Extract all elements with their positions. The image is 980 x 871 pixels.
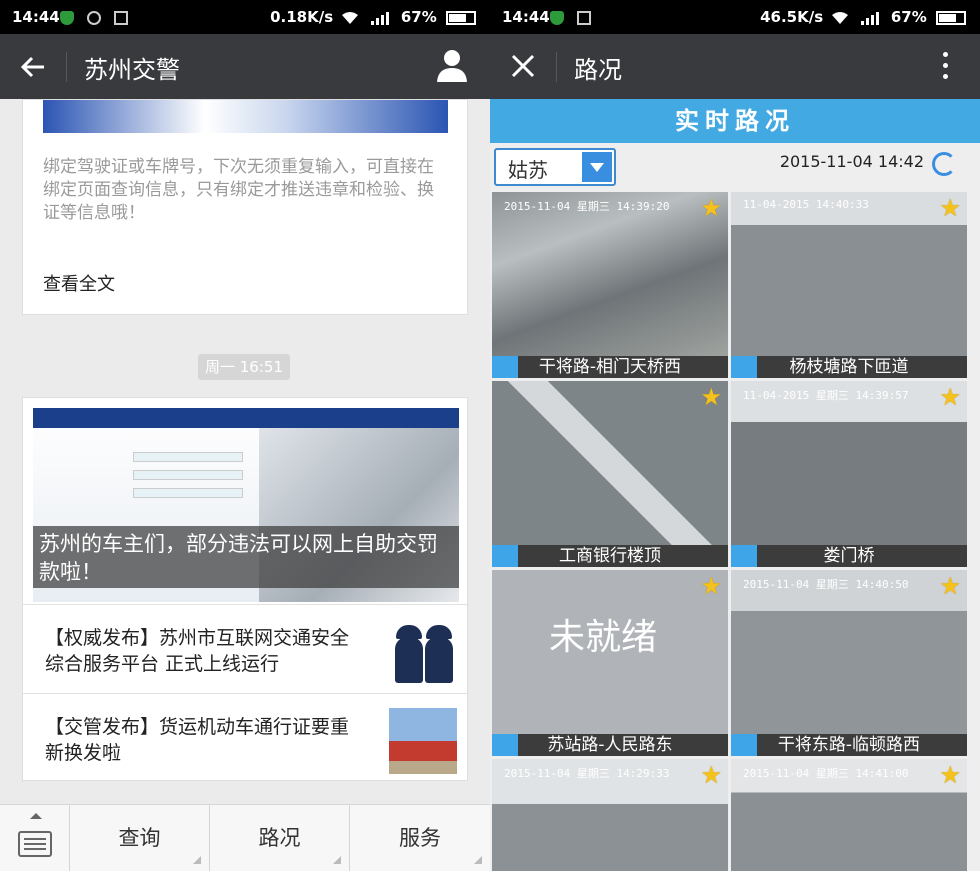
scan-icon xyxy=(113,10,128,25)
news-item[interactable]: 【交管发布】货运机动车通行证要重新换发啦 xyxy=(23,693,469,781)
shield-icon xyxy=(550,10,564,25)
traffic-pane: 14:44 46.5K/s 67% 路况 实时路况 姑苏 2015-11-04 … xyxy=(490,0,980,871)
news-card: 苏州的车主们，部分违法可以网上自助交罚款啦！ 【权威发布】苏州市互联网交通安全综… xyxy=(22,397,469,781)
chevron-down-icon[interactable] xyxy=(582,152,612,182)
camera-image xyxy=(492,381,728,545)
camera-tile[interactable]: ★ 工商银行楼顶 xyxy=(492,381,728,567)
police-thumbnail xyxy=(389,619,457,685)
keyboard-toggle[interactable] xyxy=(0,805,70,871)
menu-traffic[interactable]: 路况 xyxy=(210,805,350,871)
scan-icon xyxy=(576,10,591,25)
status-right: 46.5K/s 67% xyxy=(760,8,966,26)
news-item[interactable]: 【权威发布】苏州市互联网交通安全综合服务平台 正式上线运行 xyxy=(23,604,469,692)
camera-image xyxy=(731,570,967,734)
camera-tile[interactable]: 2015-11-04 星期三 14:29:33 ★ xyxy=(492,759,728,871)
camera-image xyxy=(492,192,728,356)
title-bar: 苏州交警 xyxy=(0,34,490,99)
read-more-link[interactable]: 查看全文 xyxy=(43,270,115,296)
star-icon[interactable]: ★ xyxy=(939,763,961,787)
status-time: 14:44 xyxy=(12,8,60,26)
article-card[interactable]: 绑定驾驶证或车牌号，下次无须重复输入，可直接在绑定页面查询信息，只有绑定才推送违… xyxy=(22,99,468,315)
back-arrow-icon[interactable] xyxy=(18,52,48,82)
more-menu-icon[interactable] xyxy=(942,52,950,82)
page-title: 路况 xyxy=(574,56,622,84)
camera-tile[interactable]: 2015-11-04 星期三 14:41:00 ★ xyxy=(731,759,967,871)
title-divider xyxy=(66,52,67,82)
battery-percent: 67% xyxy=(400,8,437,26)
camera-tile[interactable]: 2015-11-04 星期三 14:39:20 ★ 干将路-相门天桥西 xyxy=(492,192,728,378)
notification-icons xyxy=(550,8,599,26)
camera-timestamp: 2015-11-04 星期三 14:40:50 xyxy=(743,578,909,591)
star-icon[interactable]: ★ xyxy=(700,385,722,409)
chat-icon xyxy=(86,10,101,25)
realtime-traffic-banner: 实时路况 xyxy=(490,99,980,143)
message-timestamp: 周一 16:51 xyxy=(198,354,290,380)
camera-image xyxy=(731,192,967,356)
menu-query[interactable]: 查询 xyxy=(70,805,210,871)
wechat-account-pane: 14:44 0.18K/s 67% 苏州交警 绑定驾驶证或车牌号，下次无须重复输… xyxy=(0,0,490,871)
news-title: 【交管发布】货运机动车通行证要重新换发啦 xyxy=(45,716,350,764)
wifi-icon xyxy=(832,11,849,24)
banner-site-header xyxy=(33,408,459,428)
refresh-icon[interactable] xyxy=(932,152,956,176)
article-image xyxy=(43,100,448,133)
camera-label: 杨枝塘路下匝道 xyxy=(731,356,967,378)
shield-icon xyxy=(60,10,74,25)
camera-label: 工商银行楼顶 xyxy=(492,545,728,567)
star-icon[interactable]: ★ xyxy=(939,196,961,220)
network-speed: 46.5K/s xyxy=(760,8,824,26)
battery-icon xyxy=(936,10,966,25)
menu-service[interactable]: 服务 xyxy=(350,805,490,871)
status-bar: 14:44 0.18K/s 67% xyxy=(0,0,490,34)
camera-tile[interactable]: 11-04-2015 星期三 14:39:57 ★ 娄门桥 xyxy=(731,381,967,567)
camera-not-ready: 未就绪 xyxy=(548,617,657,658)
star-icon[interactable]: ★ xyxy=(939,385,961,409)
district-value: 姑苏 xyxy=(508,158,548,182)
notification-icons xyxy=(60,8,136,26)
keyboard-icon xyxy=(18,831,52,857)
camera-tile[interactable]: 11-04-2015 14:40:33 ★ 杨枝塘路下匝道 xyxy=(731,192,967,378)
camera-label: 苏站路-人民路东 xyxy=(492,734,728,756)
banner-login-form xyxy=(73,444,273,534)
district-select[interactable]: 姑苏 xyxy=(494,148,616,186)
battery-percent: 67% xyxy=(890,8,927,26)
star-icon[interactable]: ★ xyxy=(939,574,961,598)
status-time: 14:44 xyxy=(502,8,550,26)
camera-timestamp: 11-04-2015 14:40:33 xyxy=(743,198,869,211)
camera-timestamp: 2015-11-04 星期三 14:41:00 xyxy=(743,767,909,780)
camera-label: 干将东路-临顿路西 xyxy=(731,734,967,756)
camera-label: 娄门桥 xyxy=(731,545,967,567)
status-bar: 14:44 46.5K/s 67% xyxy=(490,0,980,34)
feature-banner[interactable]: 苏州的车主们，部分违法可以网上自助交罚款啦！ xyxy=(33,408,459,602)
update-time: 2015-11-04 14:42 xyxy=(779,152,924,171)
star-icon[interactable]: ★ xyxy=(700,196,722,220)
page-title: 苏州交警 xyxy=(84,56,180,84)
star-icon[interactable]: ★ xyxy=(700,574,722,598)
news-title: 【权威发布】苏州市互联网交通安全综合服务平台 正式上线运行 xyxy=(45,627,350,675)
profile-icon[interactable] xyxy=(436,48,468,82)
camera-timestamp: 2015-11-04 星期三 14:29:33 xyxy=(504,767,670,780)
bottom-menu: 查询 路况 服务 xyxy=(0,804,490,871)
wifi-icon xyxy=(342,11,359,24)
signal-icon xyxy=(370,11,389,25)
title-bar: 路况 xyxy=(490,34,980,99)
battery-icon xyxy=(446,10,476,25)
camera-image xyxy=(731,381,967,545)
camera-label: 干将路-相门天桥西 xyxy=(492,356,728,378)
signal-icon xyxy=(860,11,879,25)
star-icon[interactable]: ★ xyxy=(700,763,722,787)
feature-caption: 苏州的车主们，部分违法可以网上自助交罚款啦！ xyxy=(33,526,459,588)
network-speed: 0.18K/s xyxy=(270,8,334,26)
truck-thumbnail xyxy=(389,708,457,774)
close-icon[interactable] xyxy=(508,51,538,81)
title-divider xyxy=(556,52,557,82)
status-right: 0.18K/s 67% xyxy=(270,8,476,26)
article-description: 绑定驾驶证或车牌号，下次无须重复输入，可直接在绑定页面查询信息，只有绑定才推送违… xyxy=(43,157,434,223)
chevron-up-icon xyxy=(30,813,42,819)
camera-timestamp: 11-04-2015 星期三 14:39:57 xyxy=(743,389,909,402)
camera-tile[interactable]: 2015-11-04 星期三 14:40:50 ★ 干将东路-临顿路西 xyxy=(731,570,967,756)
camera-tile[interactable]: 未就绪 ★ 苏站路-人民路东 xyxy=(492,570,728,756)
camera-timestamp: 2015-11-04 星期三 14:39:20 xyxy=(504,200,670,213)
